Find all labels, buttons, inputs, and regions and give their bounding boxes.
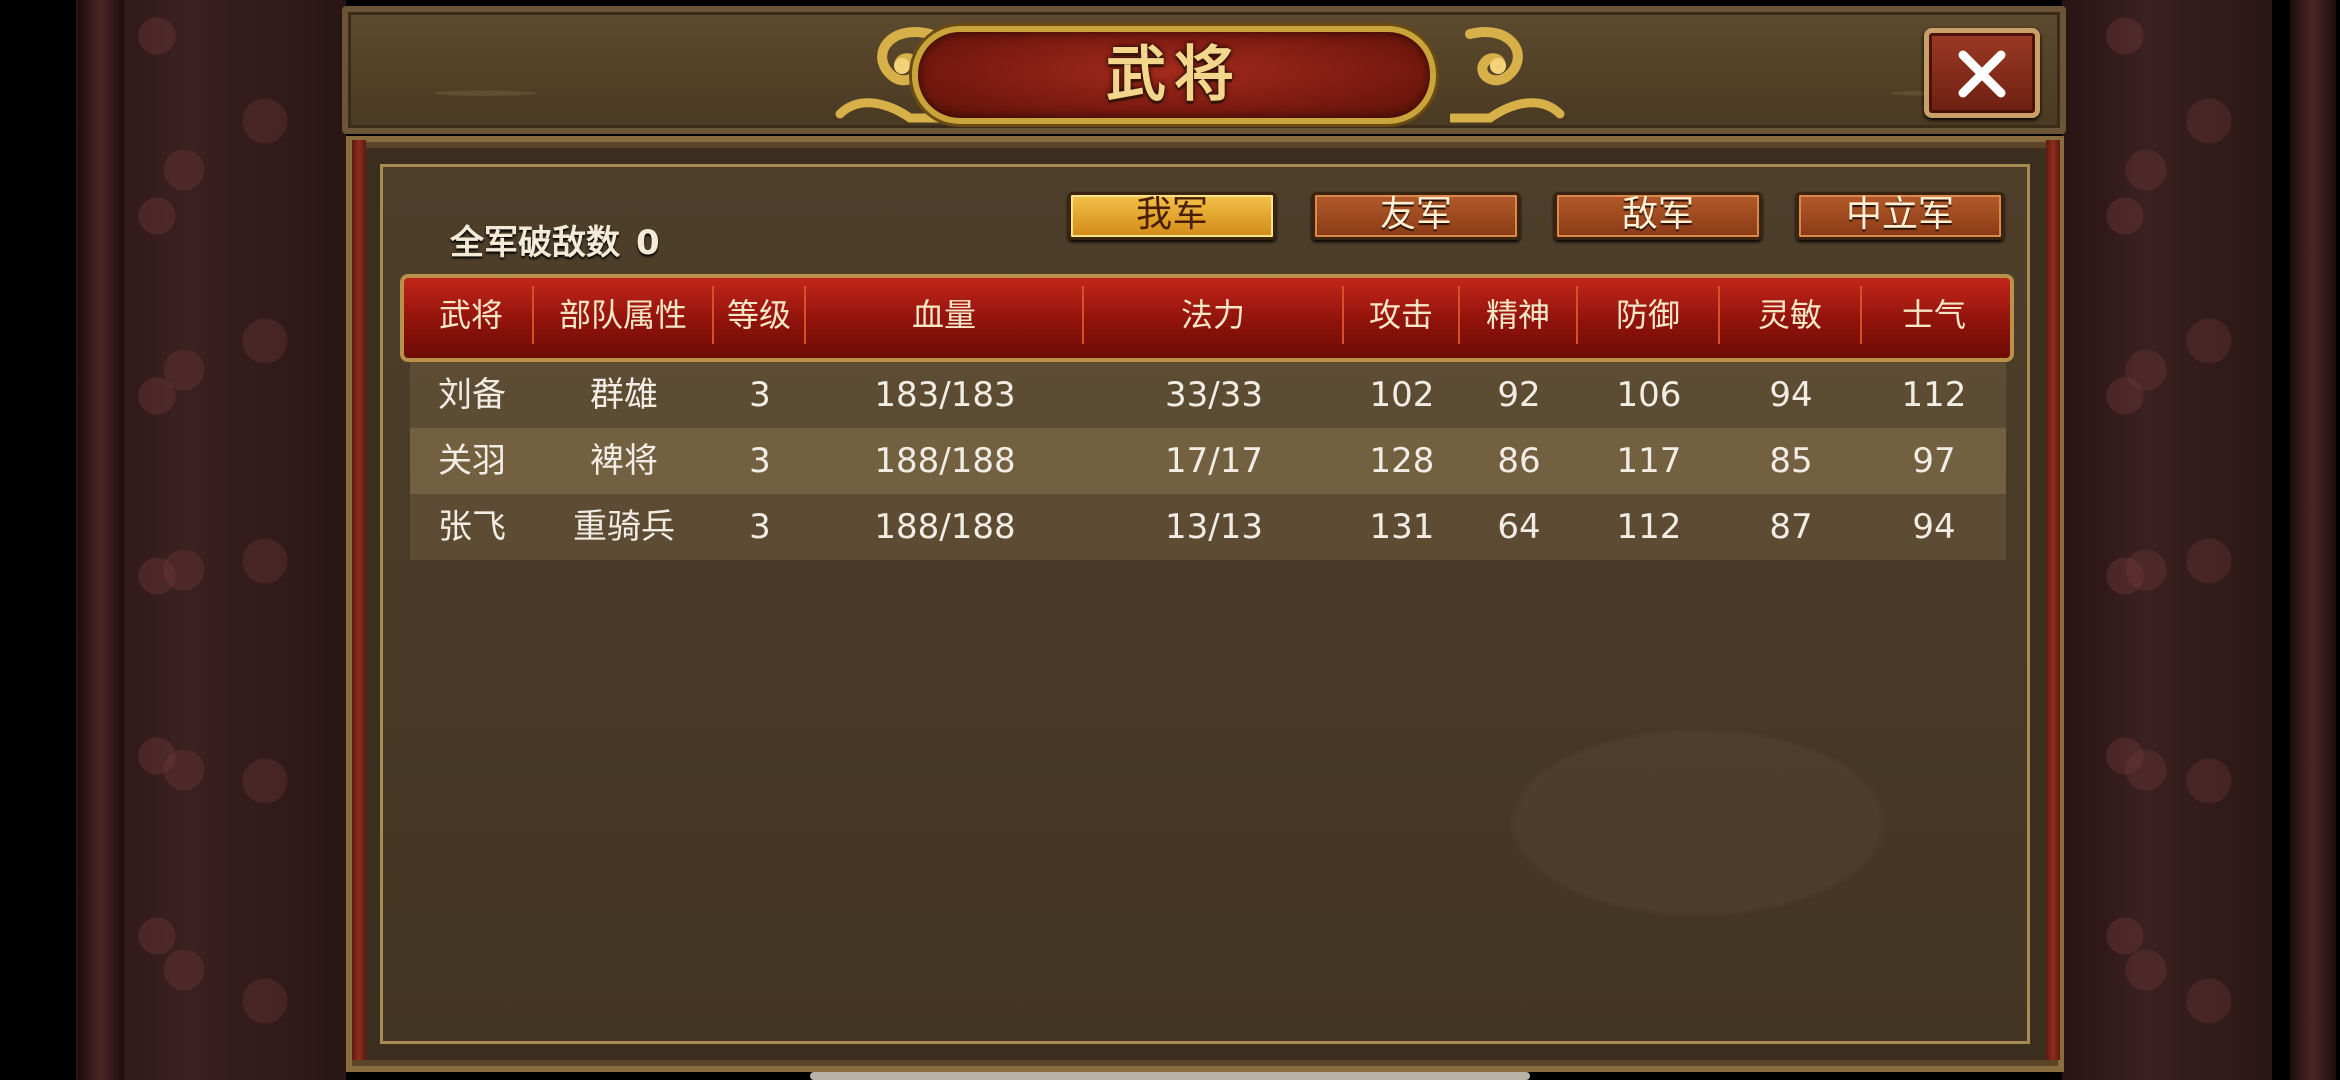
cell-attack: 131 — [1369, 507, 1435, 547]
scroll-ornament-icon — [1450, 27, 1565, 123]
tab-allied-army[interactable]: 友军 — [1312, 192, 1520, 240]
cell-defense: 112 — [1616, 507, 1682, 547]
table-row[interactable]: 关羽 裨将 3 188/188 17/17 128 86 117 85 97 — [410, 428, 2006, 494]
panel-border-decoration — [352, 140, 366, 1060]
column-header-spirit[interactable]: 精神 — [1460, 286, 1578, 344]
page-title: 武将 — [1106, 40, 1242, 110]
cell-hp: 188/188 — [874, 507, 1016, 547]
close-icon — [1958, 50, 2006, 98]
column-header-mp[interactable]: 法力 — [1084, 286, 1344, 344]
cell-unit-type: 群雄 — [590, 375, 658, 415]
cell-mp: 33/33 — [1165, 375, 1263, 415]
kill-count-value: 0 — [636, 223, 660, 263]
cell-defense: 117 — [1616, 441, 1682, 481]
cell-morale: 112 — [1901, 375, 1967, 415]
tab-neutral-army[interactable]: 中立军 — [1796, 192, 2004, 240]
cell-level: 3 — [749, 507, 771, 547]
cell-general: 关羽 — [438, 441, 506, 481]
tab-enemy-army[interactable]: 敌军 — [1554, 192, 1762, 240]
cell-unit-type: 裨将 — [590, 441, 658, 481]
column-header-morale[interactable]: 士气 — [1862, 286, 2006, 344]
column-header-agility[interactable]: 灵敏 — [1720, 286, 1862, 344]
cell-defense: 106 — [1616, 375, 1682, 415]
cell-agility: 87 — [1769, 507, 1813, 547]
cell-unit-type: 重骑兵 — [573, 507, 675, 547]
kill-count-label: 全军破敌数 — [450, 223, 620, 263]
table-body: 刘备 群雄 3 183/183 33/33 102 92 106 94 112 … — [410, 362, 2006, 560]
cell-hp: 183/183 — [874, 375, 1016, 415]
table-row[interactable]: 张飞 重骑兵 3 188/188 13/13 131 64 112 87 94 — [410, 494, 2006, 560]
cell-agility: 85 — [1769, 441, 1813, 481]
cell-spirit: 64 — [1497, 507, 1541, 547]
table-header: 武将 部队属性 等级 血量 法力 攻击 精神 防御 灵敏 士气 — [410, 286, 2006, 344]
right-pillar-decoration — [2290, 0, 2336, 1080]
cell-hp: 188/188 — [874, 441, 1016, 481]
cell-agility: 94 — [1769, 375, 1813, 415]
cell-attack: 128 — [1369, 441, 1435, 481]
column-header-hp[interactable]: 血量 — [806, 286, 1084, 344]
left-pillar-decoration — [78, 0, 124, 1080]
column-header-defense[interactable]: 防御 — [1578, 286, 1720, 344]
gesture-handle[interactable] — [810, 1072, 1530, 1080]
tab-our-army[interactable]: 我军 — [1068, 192, 1276, 240]
column-header-unit-type[interactable]: 部队属性 — [534, 286, 714, 344]
close-button[interactable] — [1924, 28, 2040, 118]
cell-mp: 17/17 — [1165, 441, 1263, 481]
column-header-level[interactable]: 等级 — [714, 286, 806, 344]
table-row[interactable]: 刘备 群雄 3 183/183 33/33 102 92 106 94 112 — [410, 362, 2006, 428]
cell-spirit: 86 — [1497, 441, 1541, 481]
cell-mp: 13/13 — [1165, 507, 1263, 547]
cell-level: 3 — [749, 441, 771, 481]
column-header-attack[interactable]: 攻击 — [1344, 286, 1460, 344]
panel-border-decoration — [2046, 140, 2060, 1060]
cell-general: 张飞 — [438, 507, 506, 547]
cell-level: 3 — [749, 375, 771, 415]
kill-count: 全军破敌数 0 — [450, 215, 660, 265]
right-curtain-decoration — [2062, 0, 2272, 1080]
game-screen: 武将 全军破敌数 0 我军 友军 敌军 中立军 武将 部队属性 等级 血量 法力 … — [0, 0, 2340, 1080]
cell-morale: 94 — [1912, 507, 1956, 547]
cell-attack: 102 — [1369, 375, 1435, 415]
cell-general: 刘备 — [438, 375, 506, 415]
cell-morale: 97 — [1912, 441, 1956, 481]
column-header-general[interactable]: 武将 — [410, 286, 534, 344]
cell-spirit: 92 — [1497, 375, 1541, 415]
